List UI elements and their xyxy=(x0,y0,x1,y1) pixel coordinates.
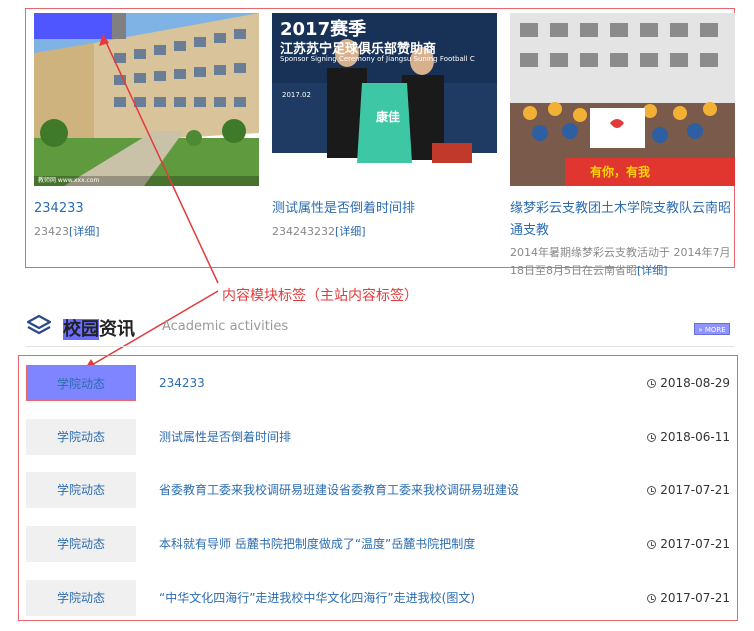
clock-icon xyxy=(647,433,657,442)
news-tag[interactable]: 学院动态 xyxy=(26,472,136,508)
section-title: 校园资讯 xyxy=(63,315,135,341)
news-date: 2018-06-11 xyxy=(647,419,730,455)
news-row[interactable]: 学院动态 “中华文化四海行”走进我校中华文化四海行”走进我校(图文) 2017-… xyxy=(26,580,734,616)
news-date-text: 2018-06-11 xyxy=(660,430,730,444)
section-title-highlight: 校园 xyxy=(63,319,99,340)
section-subtitle: Academic activities xyxy=(162,319,289,334)
annotation-label: 内容模块标签（主站内容标签） xyxy=(222,288,418,304)
news-date: 2018-08-29 xyxy=(647,365,730,401)
news-date: 2017-07-21 xyxy=(647,580,730,616)
news-title[interactable]: 测试属性是否倒着时间排 xyxy=(159,419,291,455)
news-title[interactable]: 本科就有导师 岳麓书院把制度做成了“温度”岳麓书院把制度 xyxy=(159,526,475,562)
clock-icon xyxy=(647,540,657,549)
news-date-text: 2018-08-29 xyxy=(660,376,730,390)
news-row[interactable]: 学院动态 234233 2018-08-29 xyxy=(26,365,734,401)
section-divider xyxy=(26,346,734,347)
news-tag[interactable]: 学院动态 xyxy=(26,365,136,401)
clock-icon xyxy=(647,486,657,495)
news-row[interactable]: 学院动态 省委教育工委来我校调研易班建设省委教育工委来我校调研易班建设 2017… xyxy=(26,472,734,508)
news-title[interactable]: “中华文化四海行”走进我校中华文化四海行”走进我校(图文) xyxy=(159,580,475,616)
section-title-rest: 资讯 xyxy=(99,319,135,340)
news-row[interactable]: 学院动态 测试属性是否倒着时间排 2018-06-11 xyxy=(26,419,734,455)
more-button[interactable]: » MORE xyxy=(694,323,730,335)
news-tag[interactable]: 学院动态 xyxy=(26,526,136,562)
news-date-text: 2017-07-21 xyxy=(660,483,730,497)
news-title[interactable]: 234233 xyxy=(159,365,205,401)
news-tag[interactable]: 学院动态 xyxy=(26,419,136,455)
news-date-text: 2017-07-21 xyxy=(660,537,730,551)
news-date: 2017-07-21 xyxy=(647,472,730,508)
clock-icon xyxy=(647,594,657,603)
news-title[interactable]: 省委教育工委来我校调研易班建设省委教育工委来我校调研易班建设 xyxy=(159,472,519,508)
news-row[interactable]: 学院动态 本科就有导师 岳麓书院把制度做成了“温度”岳麓书院把制度 2017-0… xyxy=(26,526,734,562)
news-date-text: 2017-07-21 xyxy=(660,591,730,605)
clock-icon xyxy=(647,379,657,388)
news-tag[interactable]: 学院动态 xyxy=(26,580,136,616)
layers-icon xyxy=(26,314,52,335)
news-date: 2017-07-21 xyxy=(647,526,730,562)
